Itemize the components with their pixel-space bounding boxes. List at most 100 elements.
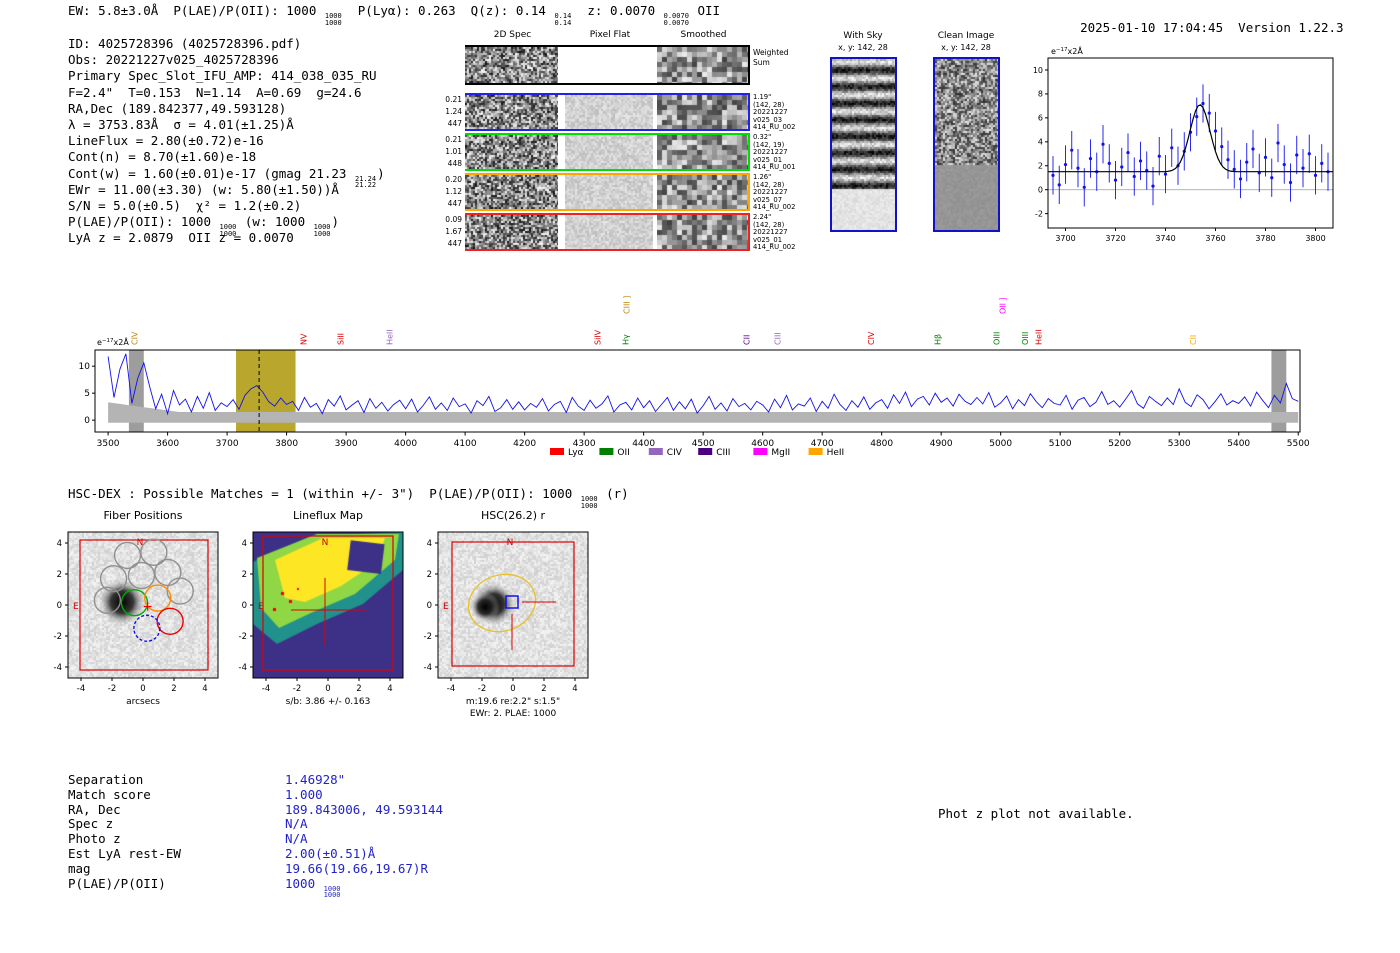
cutout-row — [465, 45, 750, 85]
pixel-flat-image — [565, 135, 653, 169]
emission-line-label: OIII — [1021, 332, 1030, 345]
info-line: LineFlux = 2.80(±0.72)e-16 — [68, 133, 385, 149]
info-fraction-bottom: 1000 — [313, 229, 331, 238]
spectrum-xtick-label: 3700 — [216, 439, 239, 449]
legend-label: HeII — [827, 448, 845, 458]
hsc-image-xtick-label: -4 — [447, 684, 455, 694]
spectrum-ylabel-post: x2Å — [114, 336, 130, 347]
info-text: λ = 3753.83Å σ = 4.01(±1.25)Å — [68, 116, 294, 132]
zoom-data-point — [1163, 172, 1168, 176]
zoom-ytick-label: 4 — [1038, 138, 1043, 147]
emission-line-label: HeII — [1034, 329, 1043, 345]
east-label: E — [73, 602, 79, 612]
ifu-footprint-rect — [451, 541, 575, 667]
header-fraction: 1000 1000 — [325, 13, 342, 26]
hsc-image-ytick-label: -4 — [424, 663, 432, 673]
info-line: Cont(n) = 8.70(±1.60)e-18 — [68, 149, 385, 165]
spectrum-xtick-label: 4400 — [632, 439, 655, 449]
header-fraction-bottom: 1000 — [324, 18, 342, 27]
pixel-flat-image — [565, 215, 653, 249]
legend-label: CIII — [716, 448, 730, 458]
fiber-circle — [154, 558, 182, 587]
legend-swatch — [753, 448, 768, 455]
match-row-value: 1000 1000 1000 — [285, 876, 342, 899]
emission-line-label: CII — [1189, 335, 1198, 345]
spectrum-ylabel-sup: −17 — [102, 338, 114, 344]
match-row-label: Photo z — [68, 831, 121, 847]
info-text: ) — [377, 165, 385, 181]
cutout-row-annotations: 1.19" (142, 28) 20221227 v025_03 414_RU_… — [753, 93, 796, 132]
lineflux-map-frame — [252, 531, 404, 679]
spectrum-xtick-label: 3500 — [97, 439, 120, 449]
zoom-data-point — [1051, 173, 1055, 177]
hsc-image-xtick-label: 2 — [541, 684, 546, 694]
zoom-data-point — [1320, 161, 1324, 165]
fiber-positions-ytick-label: 2 — [57, 570, 62, 580]
zoom-data-point — [1288, 180, 1293, 185]
info-line: EWr = 11.00(±3.30) (w: 5.80(±1.50))Å — [68, 182, 385, 198]
east-label: E — [443, 602, 449, 612]
zoom-data-point — [1107, 161, 1111, 165]
match-row-label: Separation — [68, 772, 144, 787]
match-row-label: P(LAE)/P(OII) — [68, 875, 166, 891]
lineflux-map-xlabel: s/b: 3.86 +/- 0.163 — [286, 697, 371, 707]
spectrum-xtick-label: 4200 — [513, 439, 536, 449]
zoom-data-point — [1126, 150, 1130, 155]
fiber-circle — [113, 541, 142, 570]
legend-swatch — [698, 448, 713, 455]
zoom-ylabel-sup: −17 — [1056, 47, 1068, 53]
info-text: RA,Dec (189.842377,49.593128) — [68, 100, 287, 116]
zoom-data-point — [1282, 162, 1286, 167]
legend-label: OII — [617, 448, 629, 458]
report-version: Version 1.22.3 — [1238, 20, 1344, 36]
info-text: ID: 4025728396 (4025728396.pdf) — [68, 36, 302, 51]
lineflux-map-xtick-label: 2 — [356, 684, 361, 694]
fiber-positions-title: Fiber Positions — [104, 509, 183, 522]
lineflux-map-ytick-label: -4 — [239, 663, 247, 673]
zoom-data-point — [1220, 144, 1224, 149]
report-datetime: 2025-01-10 17:04:45 — [1080, 20, 1224, 36]
fiber-positions-ytick-label: 4 — [57, 539, 62, 549]
zoom-xtick-label: 3740 — [1155, 234, 1175, 243]
legend-swatch — [648, 448, 663, 455]
header-text: z: 0.0070 — [572, 3, 663, 18]
lineflux-map-xtick-label: -2 — [293, 684, 301, 694]
zoom-data-point — [1295, 153, 1299, 157]
line-fit-chart: 10 8 6 4 2 0 -2 3700 3720 3740 3760 3780 3800 e−17x2Å — [1033, 45, 1334, 243]
cutout-row — [465, 133, 750, 171]
hsc-image-ytick-label: 0 — [427, 601, 432, 611]
smoothed-image — [657, 95, 748, 129]
emission-line-label: SiII — [336, 333, 345, 345]
emission-line-label: Hβ — [934, 334, 943, 345]
north-label: N — [507, 538, 514, 548]
zoom-data-point — [1313, 173, 1318, 177]
fiber-circle — [133, 614, 161, 642]
fiber-positions-ytick-label: -4 — [54, 663, 62, 673]
info-line: RA,Dec (189.842377,49.593128) — [68, 101, 385, 117]
zoom-data-point — [1132, 174, 1136, 179]
info-fraction: 21.24 21.22 — [355, 175, 376, 189]
zoom-ytick-label: 2 — [1038, 162, 1043, 171]
info-text: S/N = 5.0(±0.5) χ² = 1.2(±0.2) — [68, 197, 302, 213]
emission-line-label: Hγ — [621, 334, 630, 345]
lineflux-map-ytick-label: 2 — [242, 570, 247, 580]
2d-spec-image — [465, 175, 558, 209]
clean-image-panel — [933, 57, 1000, 232]
lineflux-map-ytick-label: 4 — [242, 539, 247, 549]
info-text: Obs: 20221227v025_4025728396 — [68, 52, 279, 68]
match-row-value: 1.000 — [285, 787, 323, 803]
emission-line-label: SiIV — [593, 329, 602, 345]
info-text: LineFlux = 2.80(±0.72)e-16 — [68, 133, 264, 149]
hsc-header-text: (r) — [598, 486, 629, 501]
zoom-data-point — [1201, 101, 1205, 106]
lineflux-map-xtick-label: 0 — [325, 684, 330, 694]
emission-line-label: CIV — [130, 331, 139, 345]
legend-swatch — [599, 448, 614, 455]
hsc-image-xlabel2: EWr: 2. PLAE: 1000 — [470, 709, 557, 719]
hsc-image-ytick-label: 4 — [427, 539, 432, 549]
cutout-row-annotations: 0.32" (142, 19) 20221227 v025_01 414_RU_… — [753, 133, 796, 172]
lineflux-map-xtick-label: 4 — [387, 684, 392, 694]
spectrum-xtick-label: 5300 — [1168, 439, 1191, 449]
match-value-text: N/A — [285, 816, 308, 832]
